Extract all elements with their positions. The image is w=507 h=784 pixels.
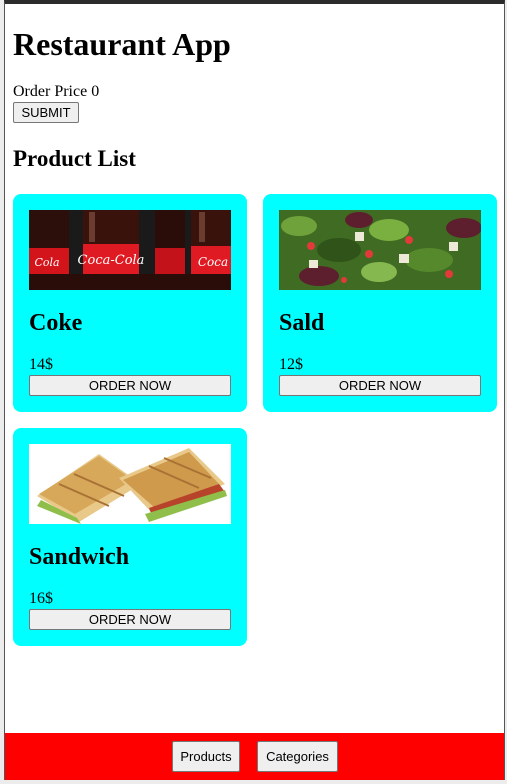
product-name: Coke — [29, 310, 83, 336]
product-card-sald: Sald 12$ ORDER NOW — [263, 194, 497, 412]
product-price: 12$ — [279, 356, 303, 373]
submit-button[interactable]: SUBMIT — [13, 102, 79, 123]
product-name: Sandwich — [29, 544, 130, 570]
product-price: 16$ — [29, 590, 53, 607]
order-now-button[interactable]: ORDER NOW — [279, 375, 481, 396]
order-price-label: Order Price — [13, 83, 88, 100]
svg-text:Coca-Cola: Coca-Cola — [78, 253, 145, 268]
sandwich-image — [29, 444, 231, 524]
app-window: Restaurant App Order Price 0 SUBMIT Prod… — [4, 0, 505, 780]
product-card-coke: Coca-Cola Coca Cola Coke 14$ ORDER NOW — [13, 194, 247, 412]
product-list-heading: Product List — [13, 146, 136, 171]
order-price: Order Price 0 — [13, 83, 99, 101]
app-title: Restaurant App — [13, 26, 231, 62]
order-now-button[interactable]: ORDER NOW — [29, 375, 231, 396]
order-now-button[interactable]: ORDER NOW — [29, 609, 231, 630]
footer-nav: Products Categories — [5, 733, 504, 780]
product-card-sandwich: Sandwich 16$ ORDER NOW — [13, 428, 247, 646]
categories-nav-button[interactable]: Categories — [257, 741, 338, 772]
products-nav-button[interactable]: Products — [172, 741, 240, 772]
order-price-value: 0 — [91, 83, 100, 100]
svg-text:Cola: Cola — [34, 256, 59, 269]
salad-image — [279, 210, 481, 290]
svg-text:Coca: Coca — [198, 255, 228, 269]
coke-bottles-image: Coca-Cola Coca Cola — [29, 210, 231, 290]
product-name: Sald — [279, 310, 325, 336]
product-price: 14$ — [29, 356, 53, 373]
